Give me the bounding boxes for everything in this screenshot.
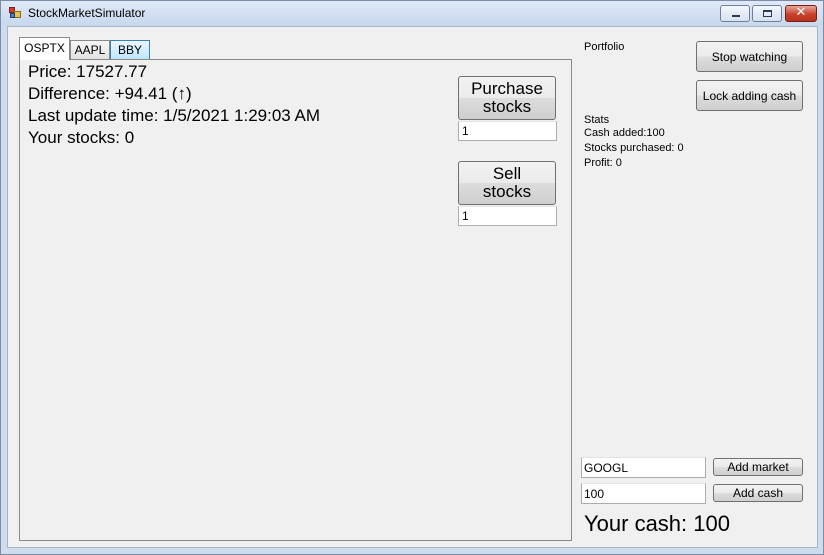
- tab-aapl[interactable]: AAPL: [70, 40, 110, 59]
- price-label: Price: 17527.77: [28, 62, 148, 81]
- purchase-quantity-input[interactable]: 1: [458, 121, 557, 141]
- sell-button-line2: stocks: [482, 182, 532, 201]
- client-area: OSPTX AAPL BBY Price: 17527.77 Differenc…: [7, 26, 818, 548]
- lock-adding-cash-button[interactable]: Lock adding cash: [696, 80, 803, 111]
- app-window: StockMarketSimulator ✕ OSPTX AAPL BBY Pr…: [0, 0, 824, 555]
- maximize-button[interactable]: [752, 5, 782, 22]
- sell-button-line1: Sell: [492, 164, 522, 183]
- cash-amount-input[interactable]: 100: [581, 483, 706, 504]
- add-market-button[interactable]: Add market: [713, 458, 803, 476]
- minimize-icon: [732, 15, 740, 17]
- your-stocks-label: Your stocks: 0: [28, 128, 135, 147]
- minimize-button[interactable]: [720, 5, 750, 22]
- maximize-icon: [763, 10, 772, 17]
- tab-bby[interactable]: BBY: [110, 40, 150, 59]
- stocks-purchased-label: Stocks purchased: 0: [584, 142, 684, 154]
- window-title: StockMarketSimulator: [28, 6, 146, 20]
- cash-display: Your cash: 100: [584, 511, 730, 536]
- cash-added-label: Cash added:100: [584, 127, 665, 139]
- tab-osptx[interactable]: OSPTX: [19, 37, 70, 60]
- last-update-label: Last update time: 1/5/2021 1:29:03 AM: [28, 106, 321, 125]
- close-button[interactable]: ✕: [785, 5, 817, 22]
- sell-quantity-input[interactable]: 1: [458, 206, 557, 226]
- portfolio-label: Portfolio: [584, 41, 625, 53]
- title-bar[interactable]: StockMarketSimulator ✕: [1, 1, 823, 25]
- market-symbol-input[interactable]: GOOGL: [581, 457, 706, 478]
- close-icon: ✕: [795, 5, 807, 20]
- purchase-button-line2: stocks: [482, 97, 532, 116]
- stop-watching-button[interactable]: Stop watching: [696, 41, 803, 72]
- difference-label: Difference: +94.41 (↑): [28, 84, 192, 103]
- sell-stocks-button[interactable]: Sell stocks: [458, 161, 556, 205]
- app-icon: [9, 7, 21, 18]
- add-cash-button[interactable]: Add cash: [713, 484, 803, 502]
- stock-tab-page: Price: 17527.77 Difference: +94.41 (↑) L…: [19, 59, 572, 541]
- purchase-button-line1: Purchase: [471, 79, 543, 98]
- profit-label: Profit: 0: [584, 157, 622, 169]
- purchase-stocks-button[interactable]: Purchase stocks: [458, 76, 556, 120]
